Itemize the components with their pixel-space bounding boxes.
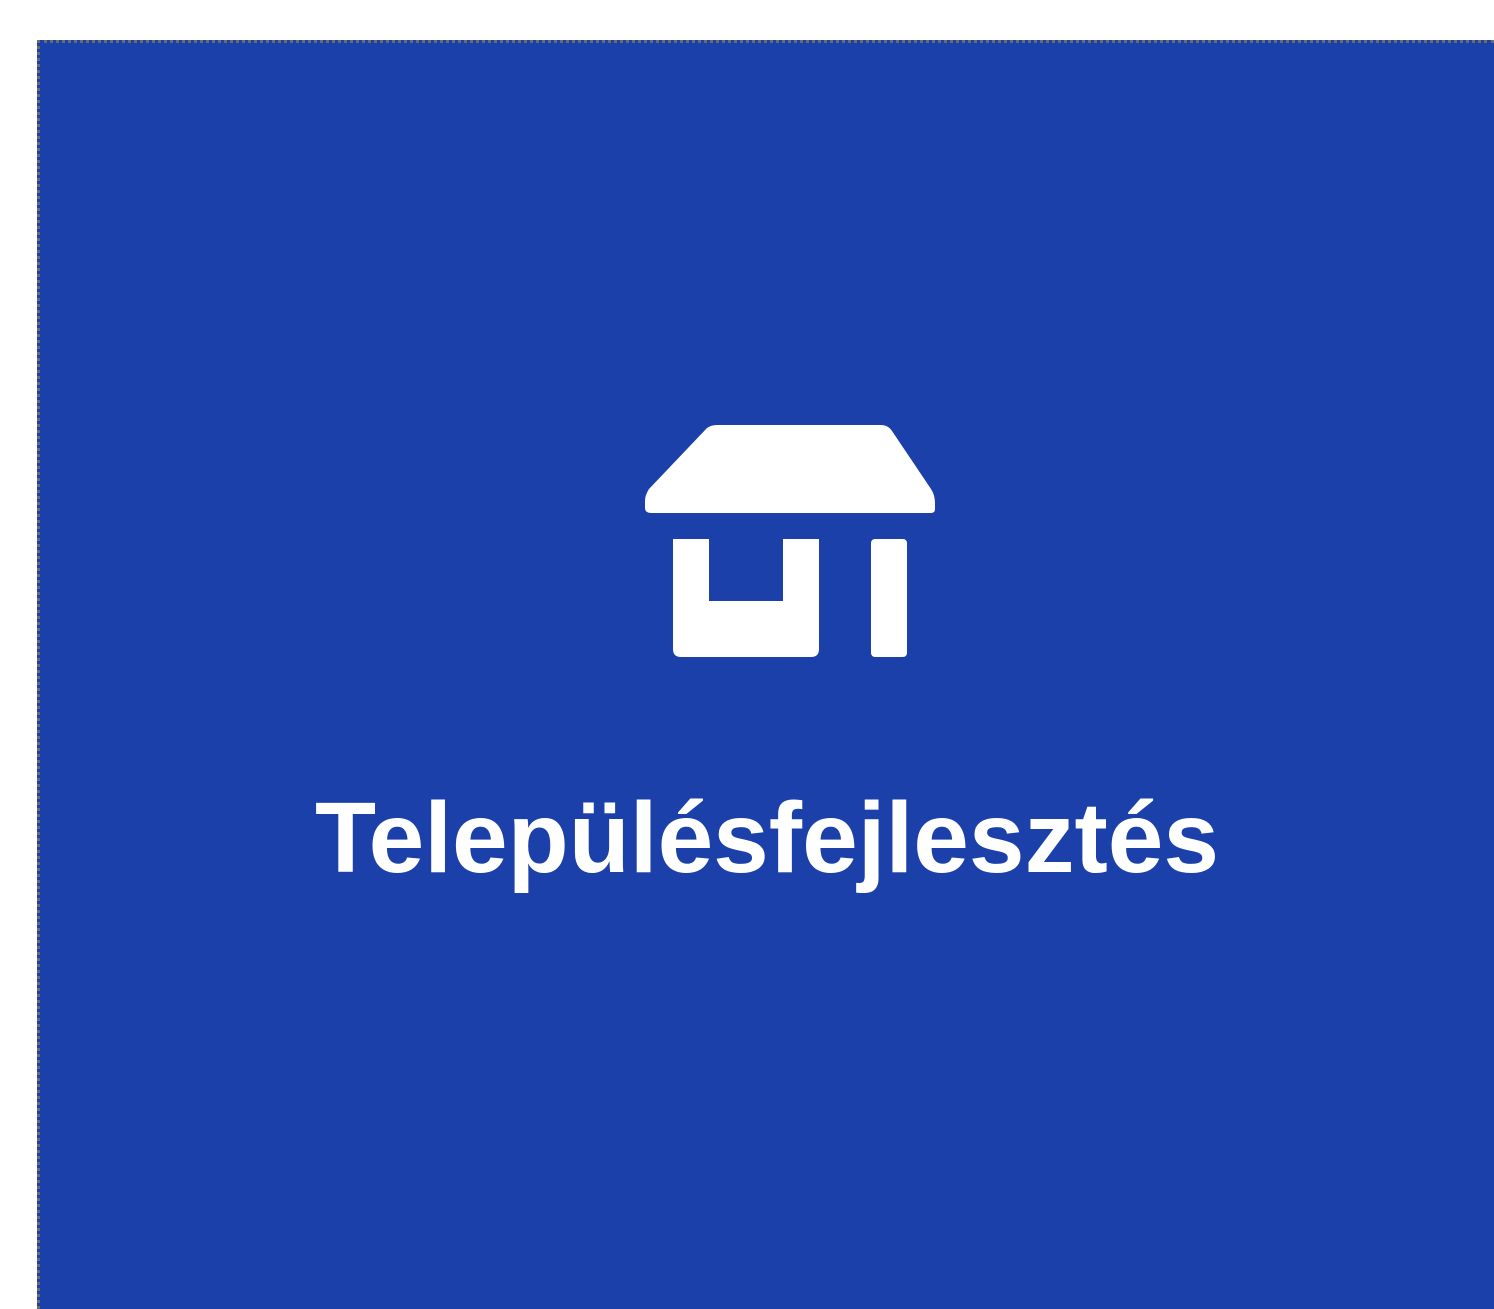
category-tile-telepulesfejlesztes[interactable]: Településfejlesztés bbox=[37, 40, 1494, 1309]
store-icon bbox=[645, 425, 935, 657]
tile-label: Településfejlesztés bbox=[314, 782, 1220, 894]
